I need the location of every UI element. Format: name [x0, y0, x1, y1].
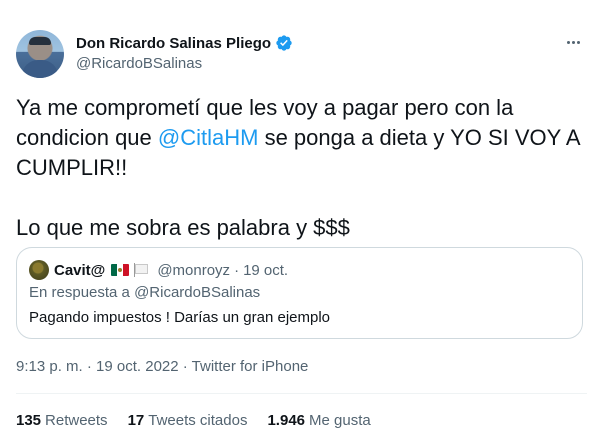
tweet-paragraph-2: Lo que me sobra es palabra y $$$ — [16, 215, 350, 240]
author-name-row[interactable]: Don Ricardo Salinas Pliego — [76, 33, 293, 53]
retweets-count: 135 — [16, 411, 42, 429]
author-display-name[interactable]: Don Ricardo Salinas Pliego — [76, 35, 271, 52]
quoted-tweet-card[interactable]: Cavit@ @monroyz · 19 oct. En respuesta a… — [16, 247, 583, 339]
likes-count: 1.946 — [267, 411, 306, 429]
mention-link[interactable]: @CitlaHM — [158, 125, 259, 150]
retweets-stat[interactable]: 135 Retweets — [16, 412, 108, 429]
avatar-body — [22, 60, 58, 78]
dot — [571, 40, 575, 44]
likes-stat[interactable]: 1.946 Me gusta — [267, 412, 370, 429]
tweet-header: Don Ricardo Salinas Pliego @RicardoBSali… — [16, 30, 587, 80]
tweet-paragraph-1: Ya me comprometí que les voy a pagar per… — [16, 93, 587, 183]
dot — [576, 40, 580, 44]
quote-tweets-stat[interactable]: 17 Tweets citados — [128, 412, 248, 429]
quoted-author-handle: @monroyz — [157, 261, 231, 279]
author-avatar[interactable] — [16, 30, 64, 78]
quoted-date: 19 oct. — [243, 261, 289, 279]
verified-badge-icon — [276, 35, 292, 51]
quoted-author-name: Cavit@ — [54, 261, 106, 279]
author-handle[interactable]: @RicardoBSalinas — [76, 55, 202, 72]
more-options-icon[interactable] — [563, 34, 583, 50]
quoted-separator: · — [234, 261, 240, 279]
quoted-tweet-text: Pagando impuestos ! Darías un gran ejemp… — [29, 309, 331, 326]
tweet-timestamp-source[interactable]: 9:13 p. m. · 19 oct. 2022 · Twitter for … — [16, 358, 308, 375]
retweets-label: Retweets — [45, 411, 108, 429]
quotes-count: 17 — [127, 411, 145, 429]
dot — [566, 40, 570, 44]
tweet-stats: 135 Retweets 17 Tweets citados 1.946 Me gus… — [16, 410, 391, 430]
quoted-author-avatar — [29, 260, 49, 280]
avatar-cap — [29, 37, 51, 45]
divider — [16, 393, 587, 394]
mexico-flag-icon — [111, 264, 130, 276]
quoted-reply-to: En respuesta a @RicardoBSalinas — [29, 284, 261, 301]
likes-label: Me gusta — [309, 411, 371, 429]
quotes-label: Tweets citados — [148, 411, 248, 429]
white-flag-icon — [133, 263, 149, 277]
quoted-tweet-header: Cavit@ @monroyz · 19 oct. — [29, 260, 288, 280]
tweet-text: Ya me comprometí que les voy a pagar per… — [16, 93, 587, 243]
